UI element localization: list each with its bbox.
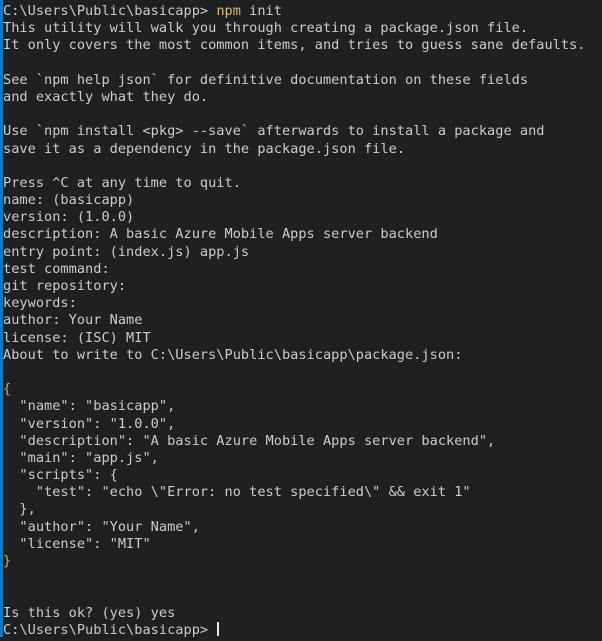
terminal-output-line: version: (1.0.0) [3,209,602,226]
terminal-output-line: license: (ISC) MIT [3,330,602,347]
terminal-output-line: entry point: (index.js) app.js [3,244,602,261]
json-brace: } [3,553,12,569]
output-text: "name": "basicapp", [3,398,176,415]
shell-prompt: C:\Users\Public\basicapp> [3,621,217,638]
text-cursor-icon [217,621,220,636]
output-text: test command: [3,260,110,277]
output-text: keywords: [3,295,77,312]
output-text: "license": "MIT" [3,535,151,552]
output-text: "main": "app.js", [3,449,159,466]
terminal-output-line: "main": "app.js", [3,450,602,467]
terminal-output-line: It only covers the most common items, an… [3,37,602,54]
output-text: and exactly what they do. [3,88,209,105]
output-text: "test": "echo \"Error: no test specified… [3,484,471,501]
output-text: Press ^C at any time to quit. [3,174,241,191]
terminal-output-line: "test": "echo \"Error: no test specified… [3,484,602,501]
output-text: Is this ok? (yes) yes [3,604,176,621]
output-text: "scripts": { [3,467,118,484]
terminal-output-line: and exactly what they do. [3,89,602,106]
terminal-output-line: "name": "basicapp", [3,398,602,415]
terminal-output-line: save it as a dependency in the package.j… [3,141,602,158]
terminal-output-line: See `npm help json` for definitive docum… [3,72,602,89]
terminal-output-line: test command: [3,261,602,278]
output-text: save it as a dependency in the package.j… [3,140,406,157]
output-text: "author": "Your Name", [3,518,200,535]
terminal-output-line: About to write to C:\Users\Public\basica… [3,347,602,364]
output-text: See `npm help json` for definitive docum… [3,71,529,88]
terminal-output-line: Press ^C at any time to quit. [3,175,602,192]
terminal-output-line: This utility will walk you through creat… [3,20,602,37]
output-text: author: Your Name [3,312,143,329]
terminal-output-line: description: A basic Azure Mobile Apps s… [3,226,602,243]
output-text: description: A basic Azure Mobile Apps s… [3,226,438,243]
output-text: This utility will walk you through creat… [3,20,529,37]
shell-prompt: C:\Users\Public\basicapp> [3,3,217,19]
terminal-window[interactable]: C:\Users\Public\basicapp> npm init This u… [0,0,602,641]
output-text: name: (basicapp) [3,192,135,209]
output-text: About to write to C:\Users\Public\basica… [3,346,463,363]
terminal-output-line: "description": "A basic Azure Mobile App… [3,433,602,450]
json-brace: { [3,381,12,398]
terminal-output-line: "scripts": { [3,467,602,484]
terminal-output-line: "license": "MIT" [3,536,602,553]
terminal-scrollback[interactable]: C:\Users\Public\basicapp> npm init This u… [3,3,602,641]
output-text: "version": "1.0.0", [3,415,176,432]
terminal-output-line: "author": "Your Name", [3,519,602,536]
output-text: entry point: (index.js) app.js [3,243,250,260]
terminal-output-line: } [3,553,602,570]
terminal-output-line: author: Your Name [3,312,602,329]
terminal-output-line: { [3,381,602,398]
command-arguments: init [240,3,282,19]
terminal-output-line: keywords: [3,295,602,312]
command-name: npm [216,3,241,19]
terminal-output-line: Is this ok? (yes) yes [3,605,602,622]
output-text: "description": "A basic Azure Mobile App… [3,432,496,449]
output-text: Use `npm install <pkg> --save` afterward… [3,123,545,140]
output-text: }, [3,501,36,518]
terminal-output-line: git repository: [3,278,602,295]
terminal-output-line: "version": "1.0.0", [3,416,602,433]
terminal-command-line: C:\Users\Public\basicapp> npm init [3,3,602,20]
terminal-input-line[interactable]: C:\Users\Public\basicapp> [3,621,602,639]
terminal-output-line: name: (basicapp) [3,192,602,209]
output-text: git repository: [3,278,127,294]
output-text: license: (ISC) MIT [3,329,151,346]
terminal-output-line: Use `npm install <pkg> --save` afterward… [3,123,602,140]
output-text: It only covers the most common items, an… [3,37,586,54]
terminal-output-line: }, [3,501,602,518]
output-text: version: (1.0.0) [3,209,135,226]
